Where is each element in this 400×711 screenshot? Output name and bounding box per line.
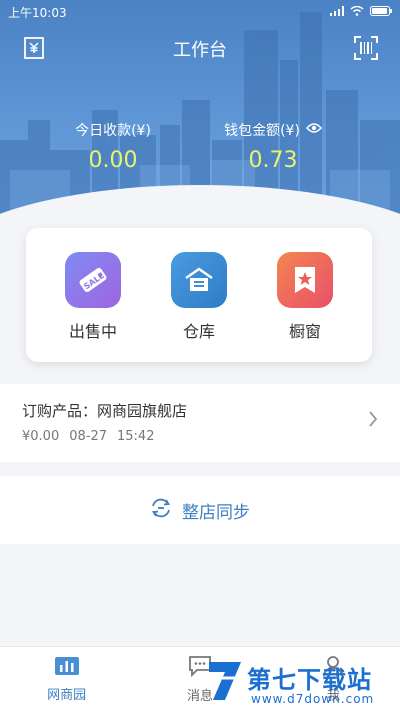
quick-action-label: 仓库 [182, 322, 215, 341]
warehouse-icon [171, 252, 227, 308]
quick-action-showcase[interactable]: 橱窗 [260, 252, 350, 342]
quick-actions-card: SALE 出售中 仓库 橱窗 [26, 228, 372, 362]
sale-tag-icon: SALE [65, 252, 121, 308]
signal-icon [330, 5, 344, 19]
title-bar: 工作台 [0, 32, 400, 64]
order-date: 08-27 [69, 429, 107, 444]
quick-action-selling[interactable]: SALE 出售中 [48, 252, 138, 342]
sync-label: 整店同步 [182, 502, 250, 523]
eye-icon[interactable] [305, 122, 322, 138]
status-bar: 上午10:03 [0, 0, 400, 24]
wallet-balance-value: 0.73 [248, 148, 298, 173]
sync-store-button[interactable]: 整店同步 [0, 476, 400, 544]
quick-action-label: 出售中 [68, 322, 117, 341]
quick-action-warehouse[interactable]: 仓库 [154, 252, 244, 342]
today-income: 今日收款(¥) 0.00 [28, 120, 198, 173]
watermark-url: www.d7down.com [251, 692, 375, 706]
chart-icon [54, 656, 80, 680]
tab-home[interactable]: 网商园 [0, 647, 133, 711]
wallet-balance-label: 钱包金额(¥) [224, 123, 300, 139]
tab-label: 网商园 [47, 687, 87, 703]
watermark-logo: 第七下载站 www.d7down.com [205, 658, 395, 710]
watermark-mark [209, 662, 241, 700]
order-amount: ¥0.00 [22, 429, 60, 444]
page-title: 工作台 [173, 40, 227, 61]
order-time: 15:42 [117, 429, 155, 444]
order-list-item[interactable]: 订购产品：网商园旗舰店 ¥0.00 08-27 15:42 [0, 384, 400, 462]
battery-icon [370, 5, 392, 19]
wallet-balance: 钱包金额(¥) 0.73 [188, 120, 358, 173]
sync-icon [150, 498, 172, 523]
showcase-star-icon [277, 252, 333, 308]
wifi-icon [350, 5, 364, 19]
quick-action-label: 橱窗 [288, 322, 321, 341]
status-time: 上午10:03 [8, 5, 67, 20]
order-title: 订购产品：网商园旗舰店 [22, 402, 188, 420]
today-income-label: 今日收款(¥) [75, 123, 151, 139]
barcode-scan-icon[interactable] [352, 34, 380, 62]
watermark-text: 第七下载站 [247, 666, 372, 694]
today-income-value: 0.00 [88, 148, 138, 173]
chevron-right-icon [368, 410, 378, 432]
